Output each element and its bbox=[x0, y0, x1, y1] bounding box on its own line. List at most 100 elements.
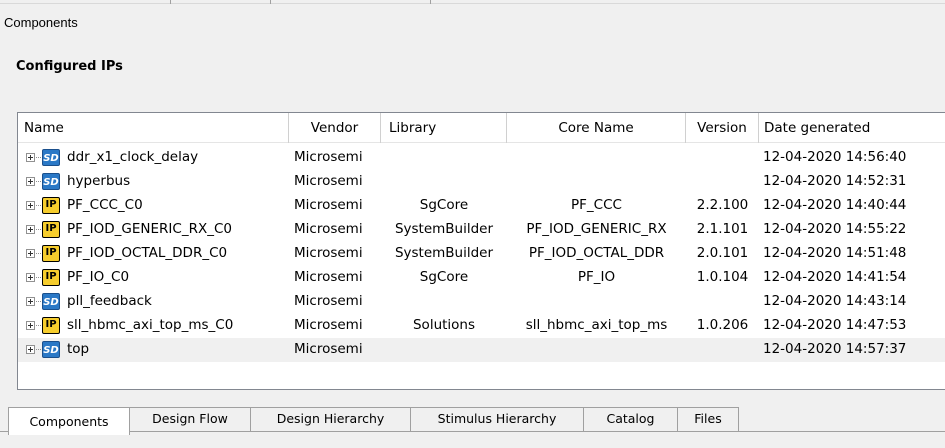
cell-name: PF_IO_C0 bbox=[67, 269, 130, 285]
configured-ips-table[interactable]: Name Vendor Library Core Name Version Da… bbox=[17, 112, 945, 390]
expand-icon[interactable] bbox=[26, 153, 35, 162]
cell-name: top bbox=[67, 341, 90, 357]
cell-name: pll_feedback bbox=[67, 293, 152, 309]
cell-date-generated: 12-04-2020 14:52:31 bbox=[763, 173, 907, 189]
cell-vendor: Microsemi bbox=[294, 269, 363, 285]
ip-icon: IP bbox=[42, 269, 60, 286]
table-header: Name Vendor Library Core Name Version Da… bbox=[18, 113, 945, 143]
tab-label: Design Flow bbox=[152, 411, 228, 426]
cell-version: 2.2.100 bbox=[696, 197, 749, 213]
cell-core-name: PF_IO bbox=[577, 269, 616, 285]
cell-core-name bbox=[507, 290, 686, 314]
tab-separator bbox=[430, 0, 431, 4]
tab-bar-line bbox=[0, 431, 945, 432]
tab-components[interactable]: Components bbox=[8, 407, 130, 435]
sd-icon: SD bbox=[42, 341, 60, 358]
section-title: Configured IPs bbox=[16, 59, 123, 74]
table-row[interactable]: IP PF_CCC_C0 Microsemi SgCore PF_CCC 2.2.100 1… bbox=[18, 194, 945, 218]
cell-library: SystemBuilder bbox=[394, 221, 494, 237]
cell-name: ddr_x1_clock_delay bbox=[67, 149, 199, 165]
cell-vendor: Microsemi bbox=[294, 149, 363, 165]
tree-line bbox=[36, 301, 41, 302]
cell-vendor: Microsemi bbox=[294, 197, 363, 213]
tree-line bbox=[36, 181, 41, 182]
sd-icon: SD bbox=[42, 173, 60, 190]
cell-date-generated: 12-04-2020 14:51:48 bbox=[763, 245, 907, 261]
cell-library bbox=[381, 290, 507, 314]
cell-version: 2.0.101 bbox=[696, 245, 749, 261]
tree-line bbox=[36, 229, 41, 230]
tab-separator bbox=[270, 0, 271, 4]
cell-date-generated: 12-04-2020 14:57:37 bbox=[763, 341, 907, 357]
expand-icon[interactable] bbox=[26, 201, 35, 210]
cell-version: 1.0.104 bbox=[696, 269, 749, 285]
cell-core-name: sll_hbmc_axi_top_ms bbox=[525, 317, 668, 333]
tab-label: Catalog bbox=[606, 411, 655, 426]
table-row[interactable]: SD hyperbus Microsemi 12-04-2020 14:52:31 bbox=[18, 170, 945, 194]
tab-catalog[interactable]: Catalog bbox=[583, 407, 678, 431]
cell-library: SgCore bbox=[419, 269, 469, 285]
bottom-tab-bar: Components Design Flow Design Hierarchy Sti… bbox=[0, 404, 945, 448]
column-header-library[interactable]: Library bbox=[381, 113, 507, 143]
table-row[interactable]: IP PF_IOD_GENERIC_RX_C0 Microsemi SystemBui… bbox=[18, 218, 945, 242]
cell-version bbox=[686, 170, 759, 194]
cell-name: PF_IOD_GENERIC_RX_C0 bbox=[67, 221, 232, 237]
ip-icon: IP bbox=[42, 197, 60, 214]
column-header-name[interactable]: Name bbox=[18, 113, 289, 143]
table-row[interactable]: IP PF_IOD_OCTAL_DDR_C0 Microsemi SystemBuil… bbox=[18, 242, 945, 266]
cell-vendor: Microsemi bbox=[294, 221, 363, 237]
cell-library bbox=[381, 146, 507, 170]
expand-icon[interactable] bbox=[26, 345, 35, 354]
cell-vendor: Microsemi bbox=[294, 341, 363, 357]
expand-icon[interactable] bbox=[26, 177, 35, 186]
cell-core-name: PF_CCC bbox=[571, 197, 622, 213]
column-header-core-name[interactable]: Core Name bbox=[507, 113, 686, 143]
panel-title: Components bbox=[4, 15, 78, 30]
table-row[interactable]: SD ddr_x1_clock_delay Microsemi 12-04-2020 … bbox=[18, 146, 945, 170]
cell-core-name: PF_IOD_GENERIC_RX bbox=[526, 221, 667, 237]
cell-date-generated: 12-04-2020 14:41:54 bbox=[763, 269, 907, 285]
cell-version bbox=[686, 290, 759, 314]
cell-library bbox=[381, 170, 507, 194]
cell-name: hyperbus bbox=[67, 173, 131, 189]
cell-vendor: Microsemi bbox=[294, 293, 363, 309]
ip-icon: IP bbox=[42, 245, 60, 262]
table-row[interactable]: SD pll_feedback Microsemi 12-04-2020 14:43:… bbox=[18, 290, 945, 314]
tab-separator bbox=[170, 0, 171, 4]
tree-line bbox=[36, 205, 41, 206]
sd-icon: SD bbox=[42, 293, 60, 310]
expand-icon[interactable] bbox=[26, 249, 35, 258]
cell-vendor: Microsemi bbox=[294, 245, 363, 261]
top-tab-strip bbox=[0, 0, 945, 4]
expand-icon[interactable] bbox=[26, 273, 35, 282]
cell-date-generated: 12-04-2020 14:47:53 bbox=[763, 317, 907, 333]
cell-version bbox=[686, 338, 759, 362]
cell-date-generated: 12-04-2020 14:56:40 bbox=[763, 149, 907, 165]
table-row[interactable]: IP PF_IO_C0 Microsemi SgCore PF_IO 1.0.104 12-… bbox=[18, 266, 945, 290]
column-header-version[interactable]: Version bbox=[686, 113, 759, 143]
cell-name: PF_CCC_C0 bbox=[67, 197, 143, 213]
tab-design-hierarchy[interactable]: Design Hierarchy bbox=[250, 407, 411, 431]
tab-stimulus-hierarchy[interactable]: Stimulus Hierarchy bbox=[410, 407, 584, 431]
cell-core-name bbox=[507, 170, 686, 194]
cell-vendor: Microsemi bbox=[294, 173, 363, 189]
expand-icon[interactable] bbox=[26, 321, 35, 330]
tab-design-flow[interactable]: Design Flow bbox=[129, 407, 251, 431]
table-row[interactable]: SD top Microsemi 12-04-2020 14:57:37 bbox=[18, 338, 945, 362]
cell-core-name bbox=[507, 146, 686, 170]
tab-files[interactable]: Files bbox=[677, 407, 739, 431]
expand-icon[interactable] bbox=[26, 225, 35, 234]
sd-icon: SD bbox=[42, 149, 60, 166]
ip-icon: IP bbox=[42, 317, 60, 334]
cell-date-generated: 12-04-2020 14:55:22 bbox=[763, 221, 907, 237]
cell-version bbox=[686, 146, 759, 170]
tree-line bbox=[36, 277, 41, 278]
expand-icon[interactable] bbox=[26, 297, 35, 306]
tree-line bbox=[36, 157, 41, 158]
column-header-vendor[interactable]: Vendor bbox=[289, 113, 381, 143]
cell-date-generated: 12-04-2020 14:43:14 bbox=[763, 293, 907, 309]
tree-line bbox=[36, 253, 41, 254]
cell-version: 1.0.206 bbox=[696, 317, 749, 333]
column-header-date-generated[interactable]: Date generated bbox=[759, 113, 945, 143]
table-row[interactable]: IP sll_hbmc_axi_top_ms_C0 Microsemi Solutio… bbox=[18, 314, 945, 338]
